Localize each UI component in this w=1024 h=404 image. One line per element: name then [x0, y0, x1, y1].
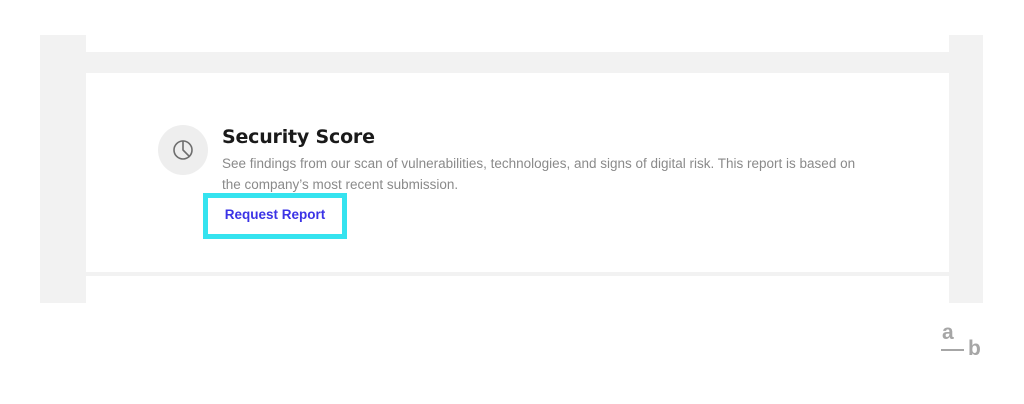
logo-letter-a: a: [942, 321, 954, 344]
security-score-card: Security Score See findings from our sca…: [86, 73, 949, 272]
previous-card-edge: [86, 35, 949, 52]
request-report-link[interactable]: Request Report: [225, 207, 326, 223]
logo-divider: [941, 349, 964, 351]
logo-letter-b: b: [968, 337, 981, 360]
request-report-highlight: Request Report: [203, 193, 347, 239]
card-description: See findings from our scan of vulnerabil…: [222, 156, 856, 192]
next-card-edge: [86, 276, 949, 303]
card-title: Security Score: [222, 126, 375, 148]
brand-logo: a b: [941, 322, 987, 362]
pie-chart-icon: [158, 125, 208, 175]
